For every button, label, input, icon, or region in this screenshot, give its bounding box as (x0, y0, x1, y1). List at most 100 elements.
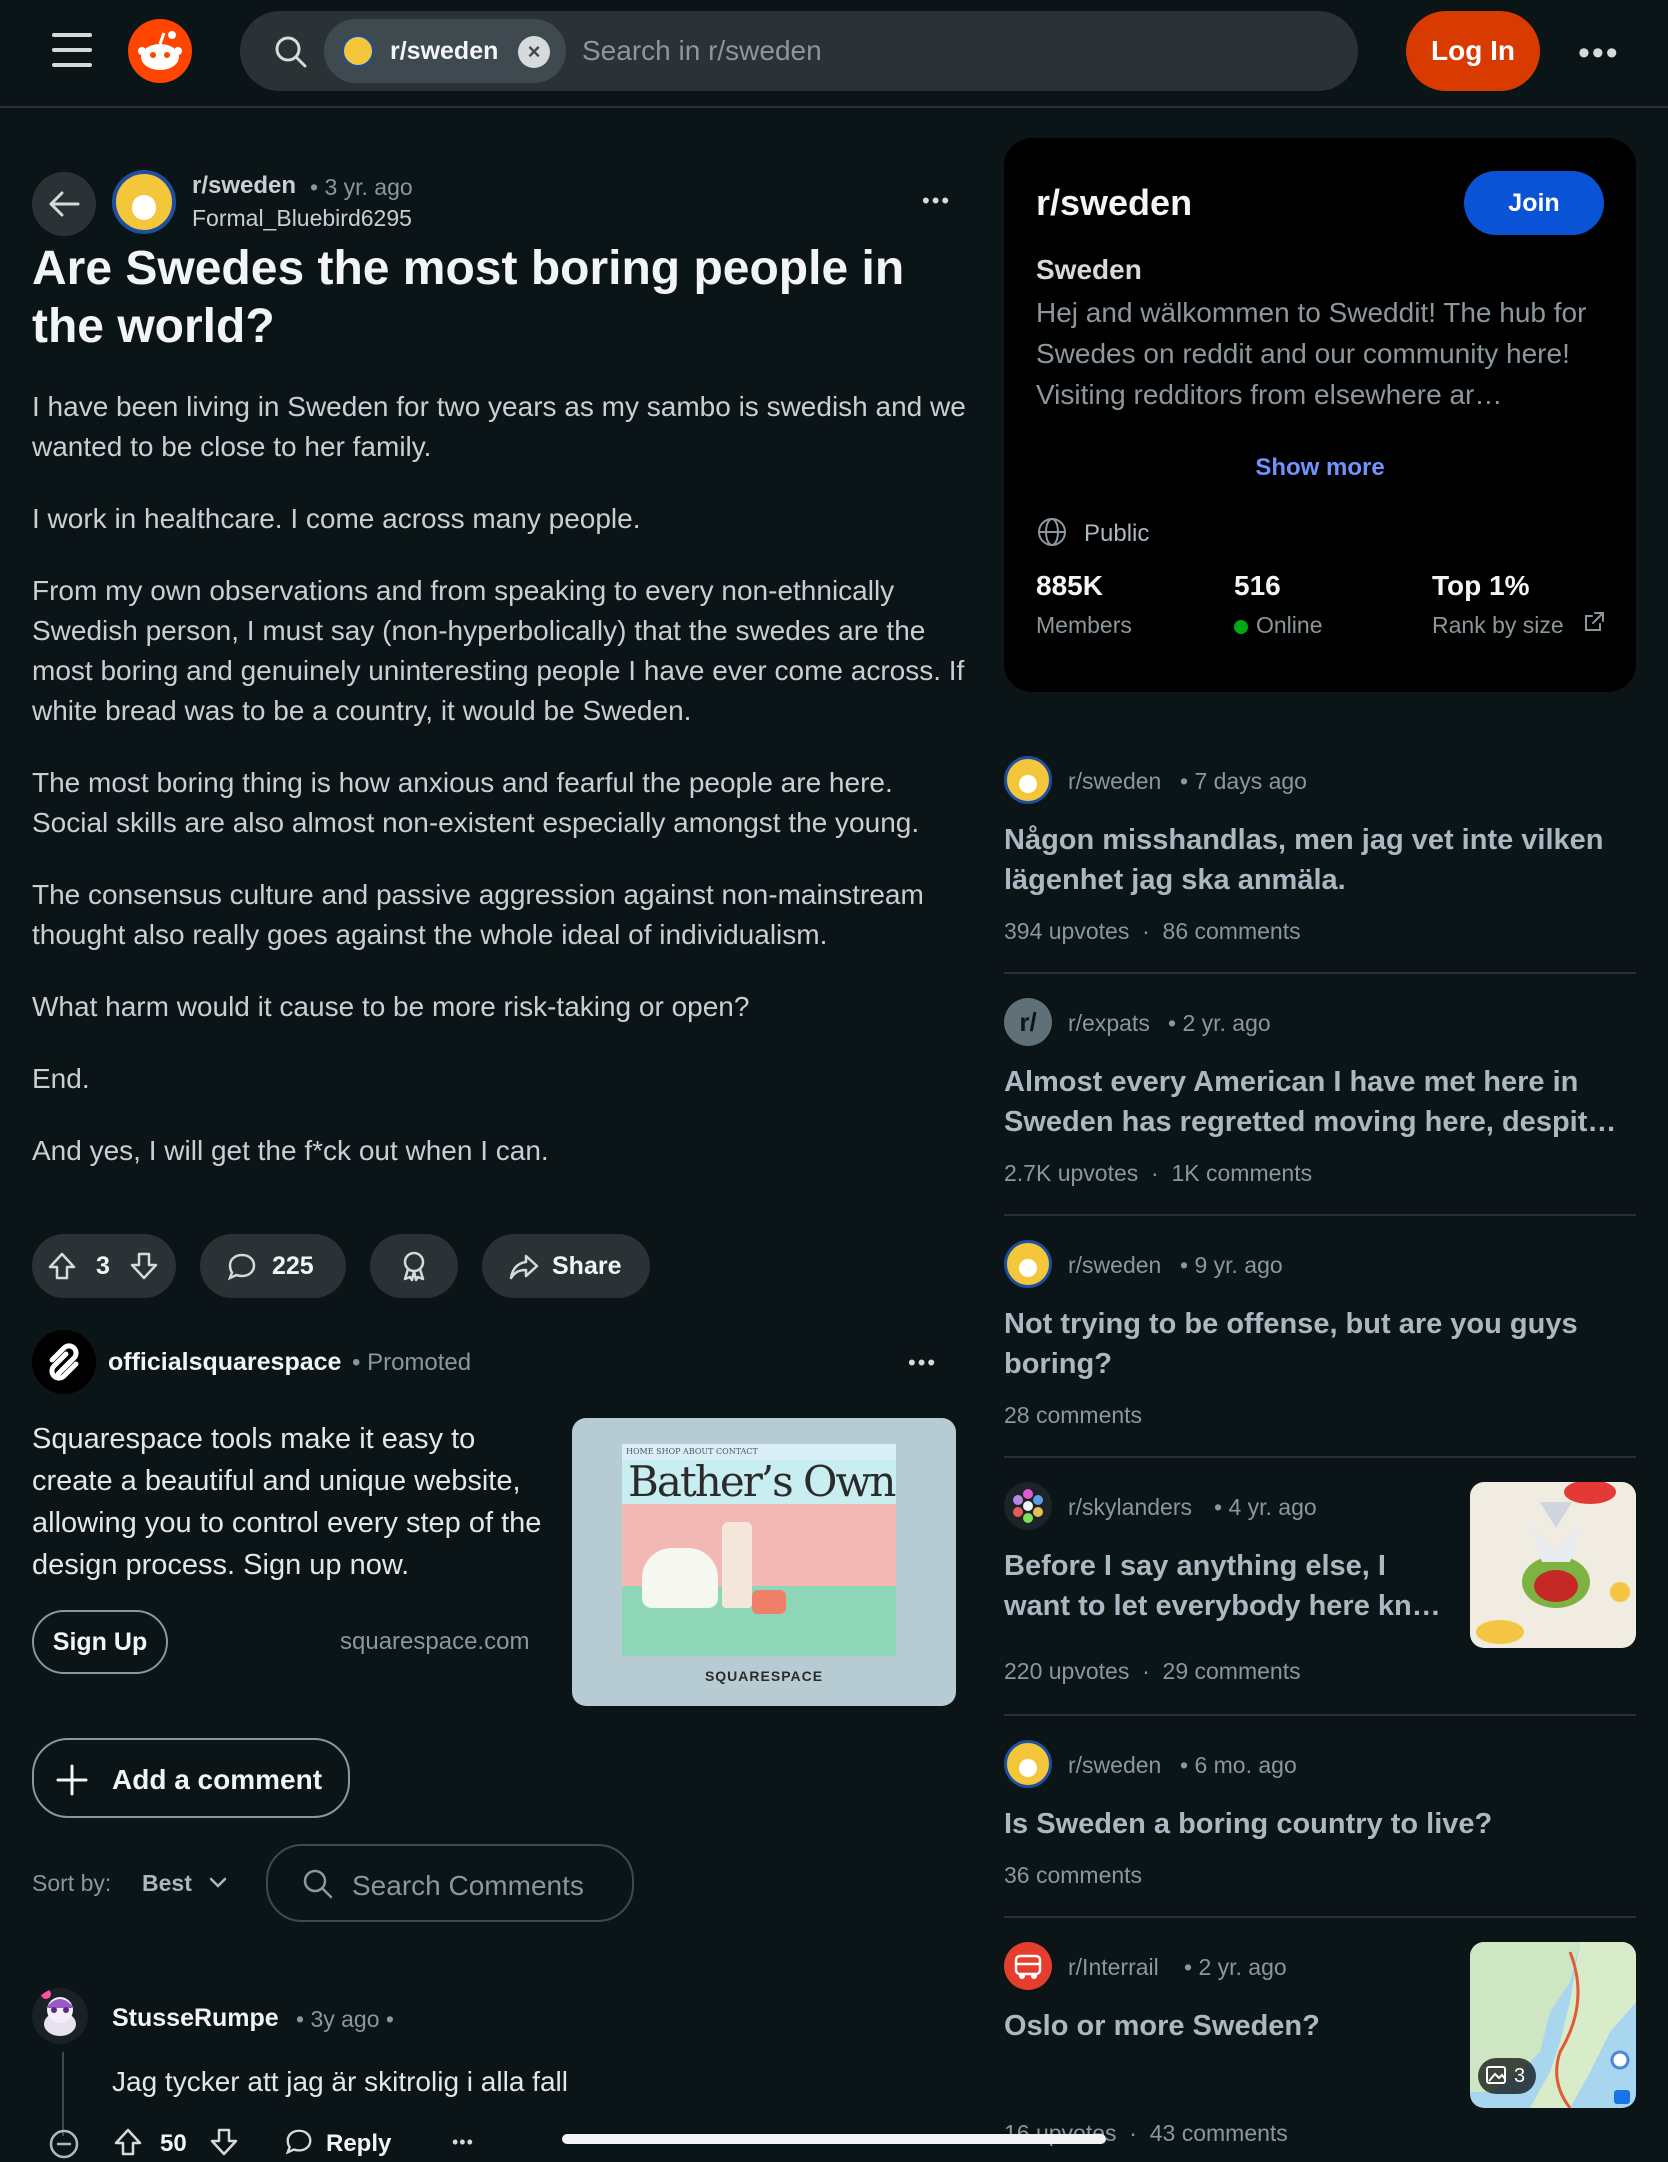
related-post-title[interactable]: Not trying to be offense, but are you gu… (1004, 1304, 1624, 1384)
related-post-title[interactable]: Before I say anything else, I want to le… (1004, 1546, 1444, 1626)
subreddit-avatar (1004, 1740, 1052, 1788)
search-bar[interactable]: r/sweden × Search in r/sweden (240, 11, 1358, 91)
external-link-icon[interactable] (1582, 610, 1606, 634)
gallery-icon (1486, 2066, 1506, 2084)
globe-icon (1038, 518, 1066, 546)
subreddit-avatar[interactable] (112, 170, 176, 234)
login-button[interactable]: Log In (1406, 11, 1540, 91)
top-nav-bar: r/sweden × Search in r/sweden Log In ••• (0, 0, 1668, 108)
post-author[interactable]: Formal_Bluebird6295 (192, 205, 412, 232)
comment-search-field[interactable]: Search Comments (266, 1844, 634, 1922)
related-post-subreddit[interactable]: r/sweden (1068, 1252, 1161, 1279)
more-options-icon[interactable]: ••• (1578, 34, 1620, 73)
commenter-avatar[interactable] (32, 1988, 88, 2044)
divider (1004, 972, 1636, 974)
comment-icon (227, 1253, 256, 1281)
promoted-label: • Promoted (352, 1349, 472, 1376)
reply-button[interactable]: Reply (326, 2130, 391, 2158)
comment-author[interactable]: StusseRumpe (112, 2004, 279, 2033)
squarespace-logo-icon[interactable] (32, 1330, 96, 1394)
divider (1004, 1916, 1636, 1918)
ad-image-jar (752, 1590, 786, 1614)
add-comment-button[interactable]: Add a comment (32, 1738, 350, 1818)
post-title: Are Swedes the most boring people in the… (32, 242, 905, 353)
comments-button[interactable]: 225 (200, 1234, 346, 1298)
search-input[interactable]: Search in r/sweden (582, 35, 822, 67)
downvote-icon[interactable] (208, 2126, 240, 2158)
related-post-stats: 28 comments (1004, 1402, 1143, 1428)
post-body-paragraph: The most boring thing is how anxious and… (32, 767, 920, 838)
upvote-icon[interactable] (46, 1250, 78, 1282)
chevron-down-icon[interactable] (208, 1876, 228, 1890)
upvote-icon[interactable] (112, 2126, 144, 2158)
related-post-subreddit[interactable]: r/Interrail (1068, 1954, 1159, 1981)
sign-up-button[interactable]: Sign Up (32, 1610, 168, 1674)
related-post-subreddit[interactable]: r/sweden (1068, 1752, 1161, 1779)
share-button[interactable]: Share (482, 1234, 650, 1298)
divider (1004, 1456, 1636, 1458)
comment-thread-line[interactable] (62, 2052, 64, 2136)
related-post-thumbnail[interactable] (1470, 1482, 1636, 1648)
reply-icon[interactable] (284, 2127, 314, 2157)
back-button[interactable] (32, 172, 96, 236)
award-icon (403, 1251, 425, 1282)
comment-more-icon[interactable]: ••• (452, 2132, 474, 2153)
vote-control: 3 (32, 1234, 176, 1298)
reddit-logo-icon[interactable] (128, 19, 192, 83)
comment-search-input[interactable]: Search Comments (352, 1870, 584, 1902)
close-icon[interactable]: × (518, 36, 550, 68)
ad-image-headline: Bather’s Own (622, 1460, 896, 1504)
ad-domain[interactable]: squarespace.com (340, 1628, 529, 1656)
plus-icon (56, 1764, 88, 1796)
related-post-title[interactable]: Is Sweden a boring country to live? (1004, 1804, 1624, 1844)
downvote-icon[interactable] (128, 1250, 160, 1282)
post-more-icon[interactable]: ••• (922, 188, 951, 214)
advertiser-name[interactable]: officialsquarespace (108, 1348, 341, 1377)
related-post-title[interactable]: Almost every American I have met here in… (1004, 1062, 1634, 1142)
related-post-title[interactable]: Någon misshandlas, men jag vet inte vilk… (1004, 820, 1624, 900)
rank-label[interactable]: Rank by size (1432, 612, 1564, 639)
post-body-paragraph: And yes, I will get the f*ck out when I … (32, 1135, 549, 1166)
related-post-stats: 394 upvotes · 86 comments (1004, 918, 1301, 944)
ad-image-brand: SQUARESPACE (704, 1668, 824, 1684)
sort-label: Sort by: (32, 1870, 112, 1896)
add-comment-label: Add a comment (112, 1764, 323, 1795)
sort-dropdown[interactable]: Best (142, 1870, 192, 1897)
related-post-subreddit[interactable]: r/expats (1068, 1010, 1150, 1037)
share-label: Share (552, 1252, 622, 1280)
post-body-paragraph: I work in healthcare. I come across many… (32, 503, 641, 534)
post-subreddit-link[interactable]: r/sweden (192, 172, 296, 200)
online-count: 516 (1234, 570, 1281, 601)
award-button[interactable] (370, 1234, 458, 1298)
interrail-community-icon (1004, 1942, 1052, 1990)
ad-more-icon[interactable]: ••• (908, 1350, 937, 1376)
community-info-card: r/sweden Join Sweden Hej and wälkommen t… (1004, 138, 1636, 692)
related-post-title[interactable]: Oslo or more Sweden? (1004, 2006, 1444, 2046)
related-post-thumbnail[interactable]: 3 (1470, 1942, 1636, 2108)
ad-image-towel (642, 1548, 718, 1608)
subreddit-avatar (342, 35, 374, 67)
menu-icon[interactable] (52, 33, 92, 69)
join-button[interactable]: Join (1464, 171, 1604, 235)
community-filter-chip[interactable]: r/sweden × (324, 19, 566, 83)
members-count: 885K (1036, 570, 1103, 601)
divider (1004, 1214, 1636, 1216)
ad-image[interactable]: HOME SHOP ABOUT CONTACT Bather’s Own SQU… (572, 1418, 956, 1706)
ad-description: Squarespace tools make it easy to create… (32, 1423, 542, 1581)
collapse-thread-icon[interactable] (48, 2128, 80, 2160)
post-age: • 3 yr. ago (310, 174, 413, 200)
related-post-subreddit[interactable]: r/sweden (1068, 768, 1161, 795)
post-body-paragraph: From my own observations and from speaki… (32, 575, 965, 726)
related-post-subreddit[interactable]: r/skylanders (1068, 1494, 1192, 1521)
community-name[interactable]: r/sweden (1036, 182, 1192, 224)
gallery-count: 3 (1514, 2065, 1526, 2087)
visibility-label: Public (1084, 520, 1150, 547)
share-icon (509, 1254, 539, 1280)
show-more-button[interactable]: Show more (1004, 454, 1636, 482)
vote-count: 3 (96, 1252, 110, 1280)
home-indicator[interactable] (562, 2134, 1106, 2144)
search-icon (303, 1869, 333, 1899)
post-body-paragraph: End. (32, 1063, 90, 1094)
comment-vote-count: 50 (160, 2130, 187, 2157)
post-body-paragraph: I have been living in Sweden for two yea… (32, 391, 966, 462)
